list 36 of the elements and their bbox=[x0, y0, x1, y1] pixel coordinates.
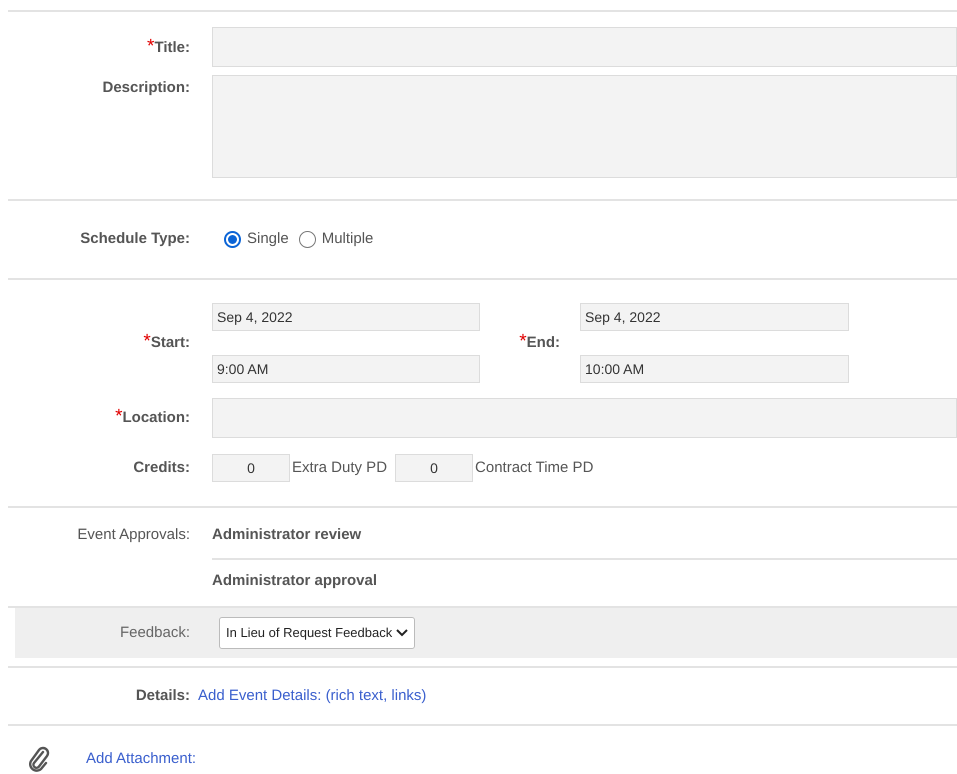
radio-label: Multiple bbox=[322, 229, 374, 250]
paperclip-icon bbox=[28, 746, 50, 772]
field-label: Start: bbox=[150, 332, 190, 353]
field-label: Location: bbox=[122, 408, 190, 428]
title-field[interactable] bbox=[212, 27, 957, 67]
location-field[interactable] bbox=[212, 398, 957, 438]
required-asterisk: * bbox=[143, 332, 151, 351]
field-label: Schedule Type: bbox=[80, 229, 190, 250]
credits-field[interactable]: 0 bbox=[212, 454, 290, 482]
approval-step: Administrator approval bbox=[212, 572, 378, 588]
start-date-field[interactable]: Sep 4, 2022 bbox=[212, 303, 480, 331]
field-label: Credits: bbox=[133, 458, 190, 478]
required-asterisk: * bbox=[519, 332, 527, 351]
required-asterisk: * bbox=[115, 406, 122, 426]
description-field[interactable] bbox=[212, 75, 957, 178]
end-time-field[interactable]: 10:00 AM bbox=[580, 355, 849, 383]
field-label: Description: bbox=[102, 78, 190, 98]
field-label: Title: bbox=[154, 38, 190, 58]
start-time-field[interactable]: 9:00 AM bbox=[212, 355, 480, 383]
credits-unit: Extra Duty PD bbox=[292, 458, 388, 478]
radio-label: Single bbox=[247, 229, 289, 250]
field-label: Event Approvals: bbox=[77, 525, 190, 545]
field-label: Details: bbox=[136, 686, 190, 706]
required-asterisk: * bbox=[147, 37, 154, 56]
chevron-down-icon bbox=[396, 629, 408, 637]
add-details-link[interactable]: Add Event Details: (rich text, links) bbox=[198, 684, 426, 708]
credits-unit: Contract Time PD bbox=[475, 458, 594, 478]
credits-field[interactable]: 0 bbox=[395, 454, 474, 482]
radio-button[interactable] bbox=[298, 231, 316, 248]
field-label: Feedback: bbox=[120, 622, 190, 643]
radio-button[interactable] bbox=[224, 231, 241, 248]
field-label: End: bbox=[526, 332, 560, 353]
approval-step: Administrator review bbox=[212, 526, 362, 543]
add-attachment-link[interactable]: Add Attachment: bbox=[86, 748, 196, 770]
end-date-field[interactable]: Sep 4, 2022 bbox=[580, 303, 849, 331]
feedback-dropdown[interactable]: In Lieu of Request Feedback bbox=[219, 617, 416, 649]
